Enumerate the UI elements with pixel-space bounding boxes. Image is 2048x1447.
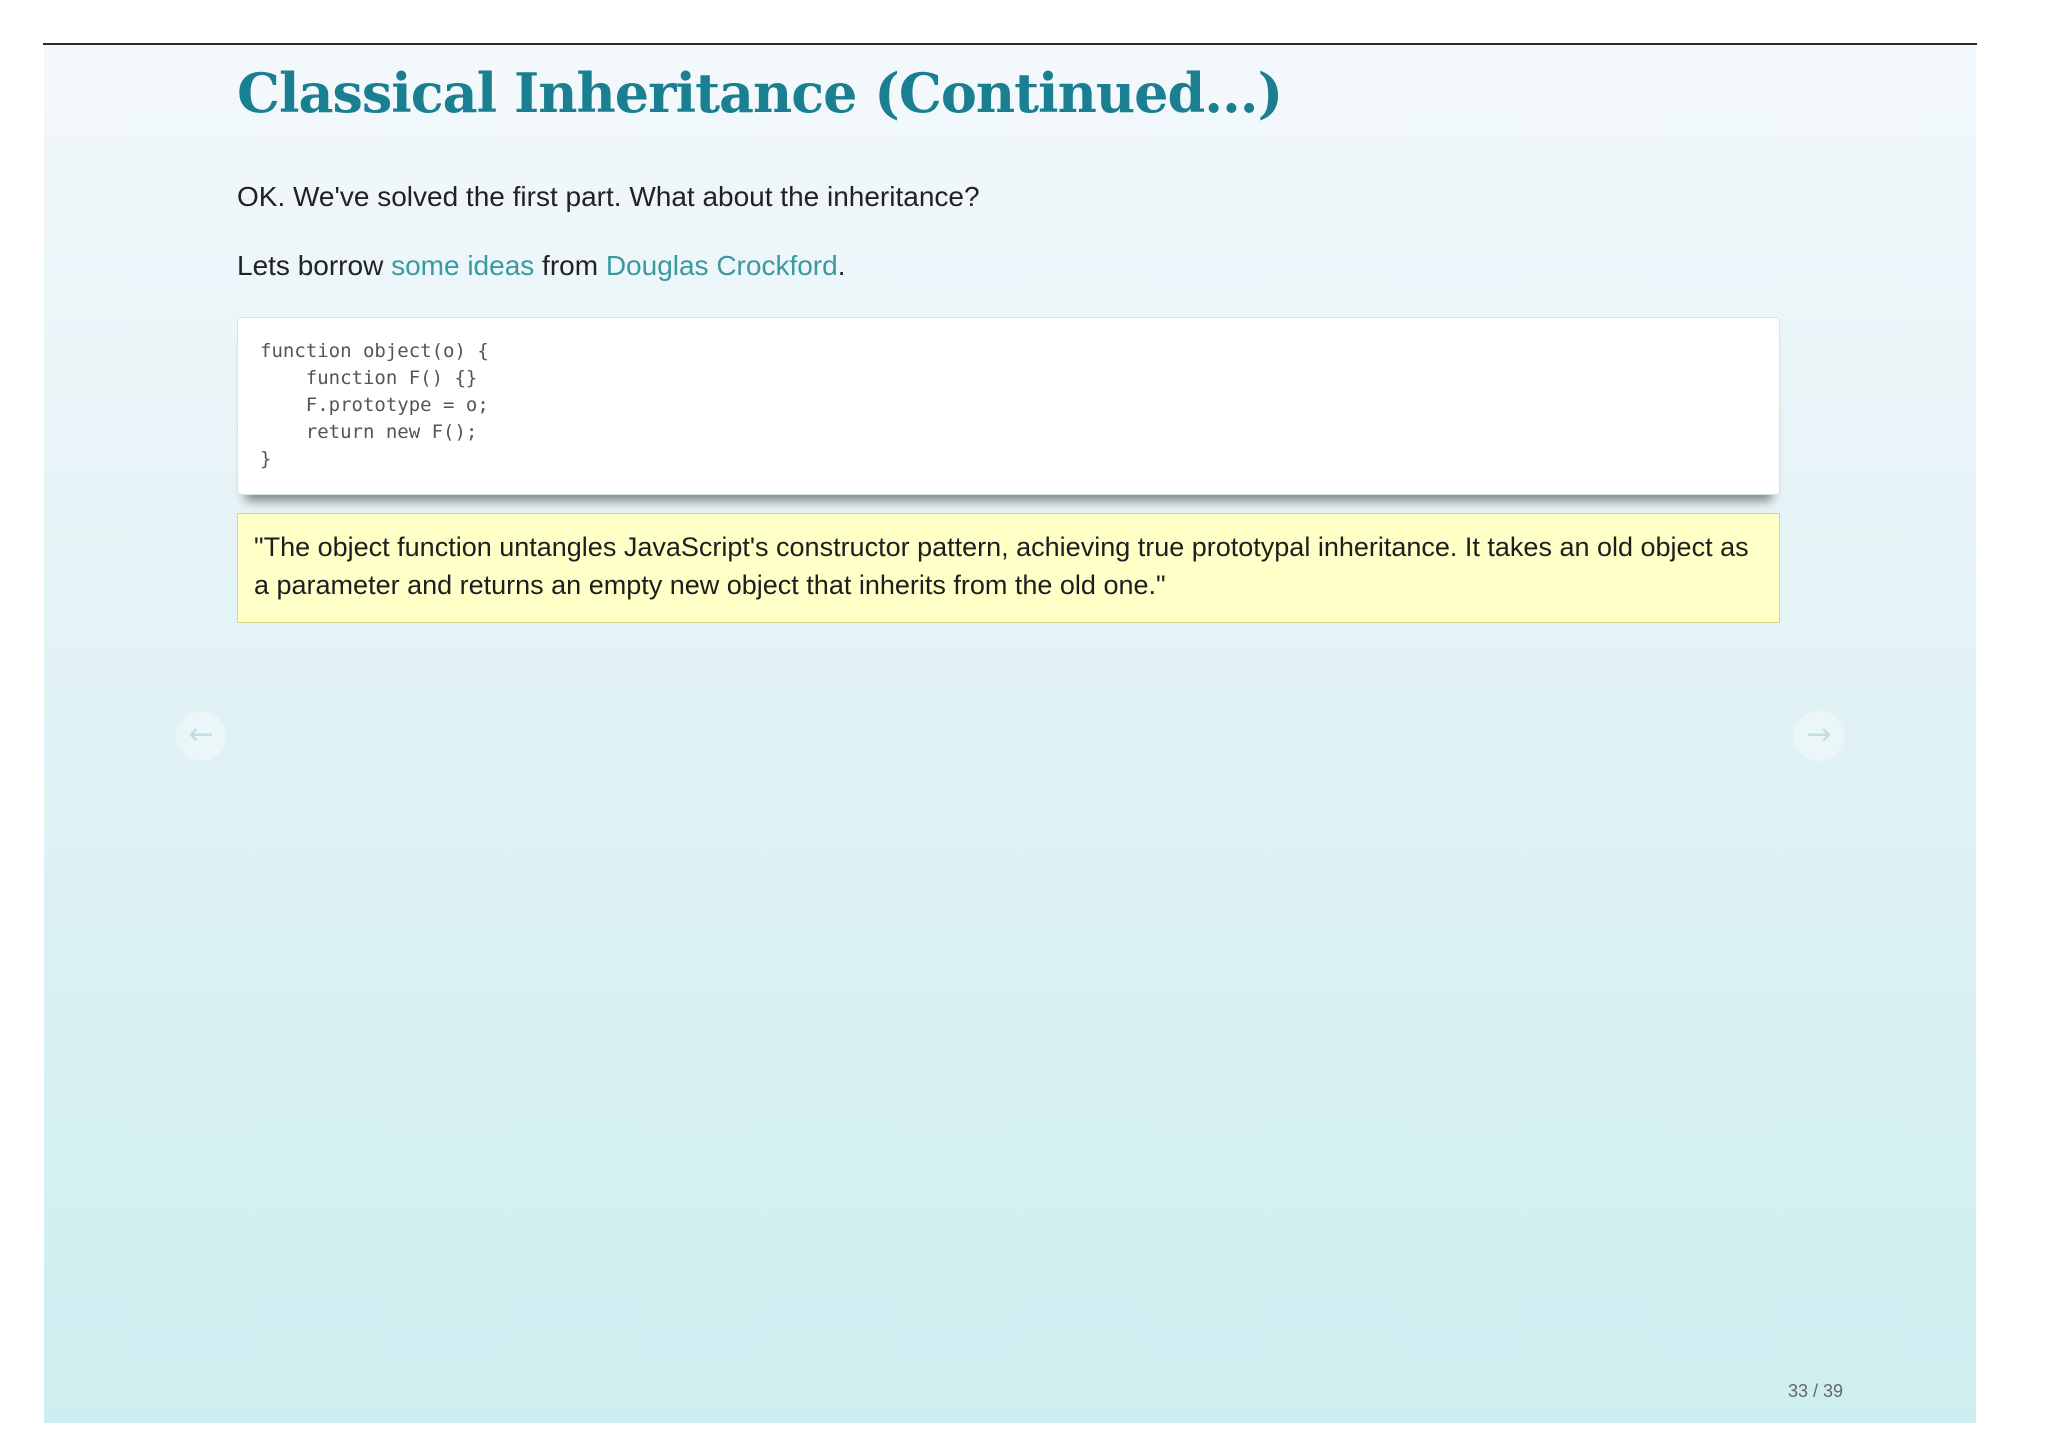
slide-title: Classical Inheritance (Continued...): [237, 61, 1283, 125]
intro-paragraph: OK. We've solved the first part. What ab…: [237, 181, 980, 212]
total-slide-count: 39: [1823, 1381, 1844, 1401]
counter-separator: /: [1808, 1381, 1824, 1401]
borrow-middle: from: [534, 250, 606, 281]
right-arrow-icon: →: [1806, 717, 1832, 752]
current-slide-number: 33: [1788, 1381, 1809, 1401]
slide: Classical Inheritance (Continued...) OK.…: [44, 45, 1976, 1423]
borrow-paragraph: Lets borrow some ideas from Douglas Croc…: [237, 250, 845, 282]
next-slide-button[interactable]: →: [1794, 711, 1844, 761]
left-arrow-icon: ←: [188, 717, 214, 752]
borrow-suffix: .: [837, 250, 846, 281]
prev-slide-button[interactable]: ←: [176, 711, 226, 761]
quote-callout: "The object function untangles JavaScrip…: [237, 513, 1780, 623]
code-block: function object(o) { function F() {} F.p…: [237, 317, 1780, 495]
borrow-prefix: Lets borrow: [237, 250, 392, 281]
douglas-crockford-link[interactable]: Douglas Crockford: [606, 250, 838, 281]
slide-counter: 33 / 39: [1788, 1381, 1843, 1402]
presentation-page: Classical Inheritance (Continued...) OK.…: [0, 0, 2048, 1447]
code-snippet: function object(o) { function F() {} F.p…: [260, 340, 489, 470]
some-ideas-link[interactable]: some ideas: [391, 250, 534, 281]
